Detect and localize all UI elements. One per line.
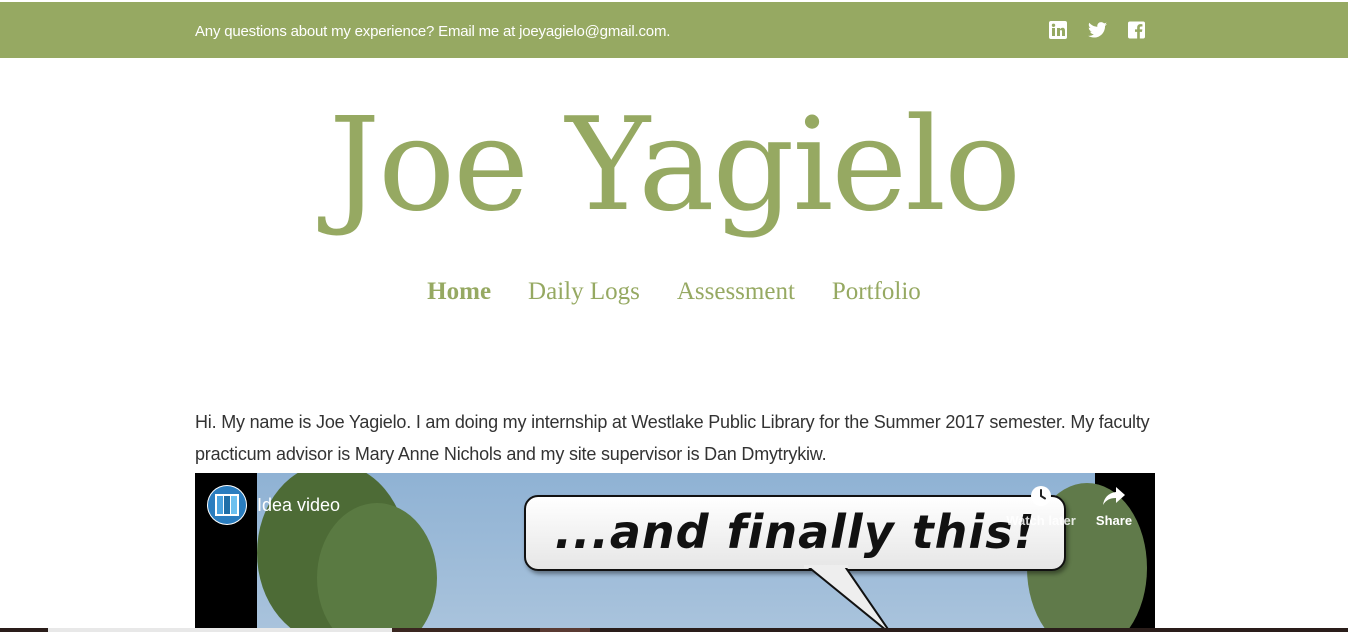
- facebook-icon[interactable]: [1128, 21, 1145, 39]
- share-icon: [1103, 487, 1125, 505]
- intro-paragraph: Hi. My name is Joe Yagielo. I am doing m…: [195, 412, 1150, 464]
- site-title[interactable]: Joe Yagielo: [0, 86, 1348, 246]
- speech-bubble: ...and finally this!: [524, 495, 1066, 571]
- video-title[interactable]: Idea video: [257, 495, 340, 516]
- nav-item-assessment[interactable]: Assessment: [677, 278, 795, 306]
- bubble-caption: ...and finally this!: [554, 505, 1036, 559]
- channel-avatar[interactable]: [207, 485, 247, 525]
- twitter-icon[interactable]: [1088, 21, 1107, 39]
- clock-icon: [1031, 486, 1051, 506]
- top-bar: Any questions about my experience? Email…: [0, 2, 1348, 58]
- share-button[interactable]: Share: [1092, 485, 1136, 528]
- share-label: Share: [1095, 513, 1133, 528]
- speech-bubble-tail: [804, 565, 889, 628]
- nav-item-home[interactable]: Home: [427, 278, 491, 306]
- embedded-video[interactable]: Idea video ...and finally this! Watch la…: [195, 473, 1155, 628]
- nav-item-daily-logs[interactable]: Daily Logs: [528, 278, 640, 306]
- watch-later-label: Watch later: [1006, 513, 1076, 528]
- watch-later-button[interactable]: Watch later: [1003, 485, 1079, 528]
- linkedin-icon[interactable]: [1049, 21, 1067, 39]
- bottom-strip: [0, 628, 1348, 632]
- main-nav: Home Daily Logs Assessment Portfolio: [0, 278, 1348, 306]
- nav-item-portfolio[interactable]: Portfolio: [832, 278, 921, 306]
- contact-text: Any questions about my experience? Email…: [195, 23, 671, 40]
